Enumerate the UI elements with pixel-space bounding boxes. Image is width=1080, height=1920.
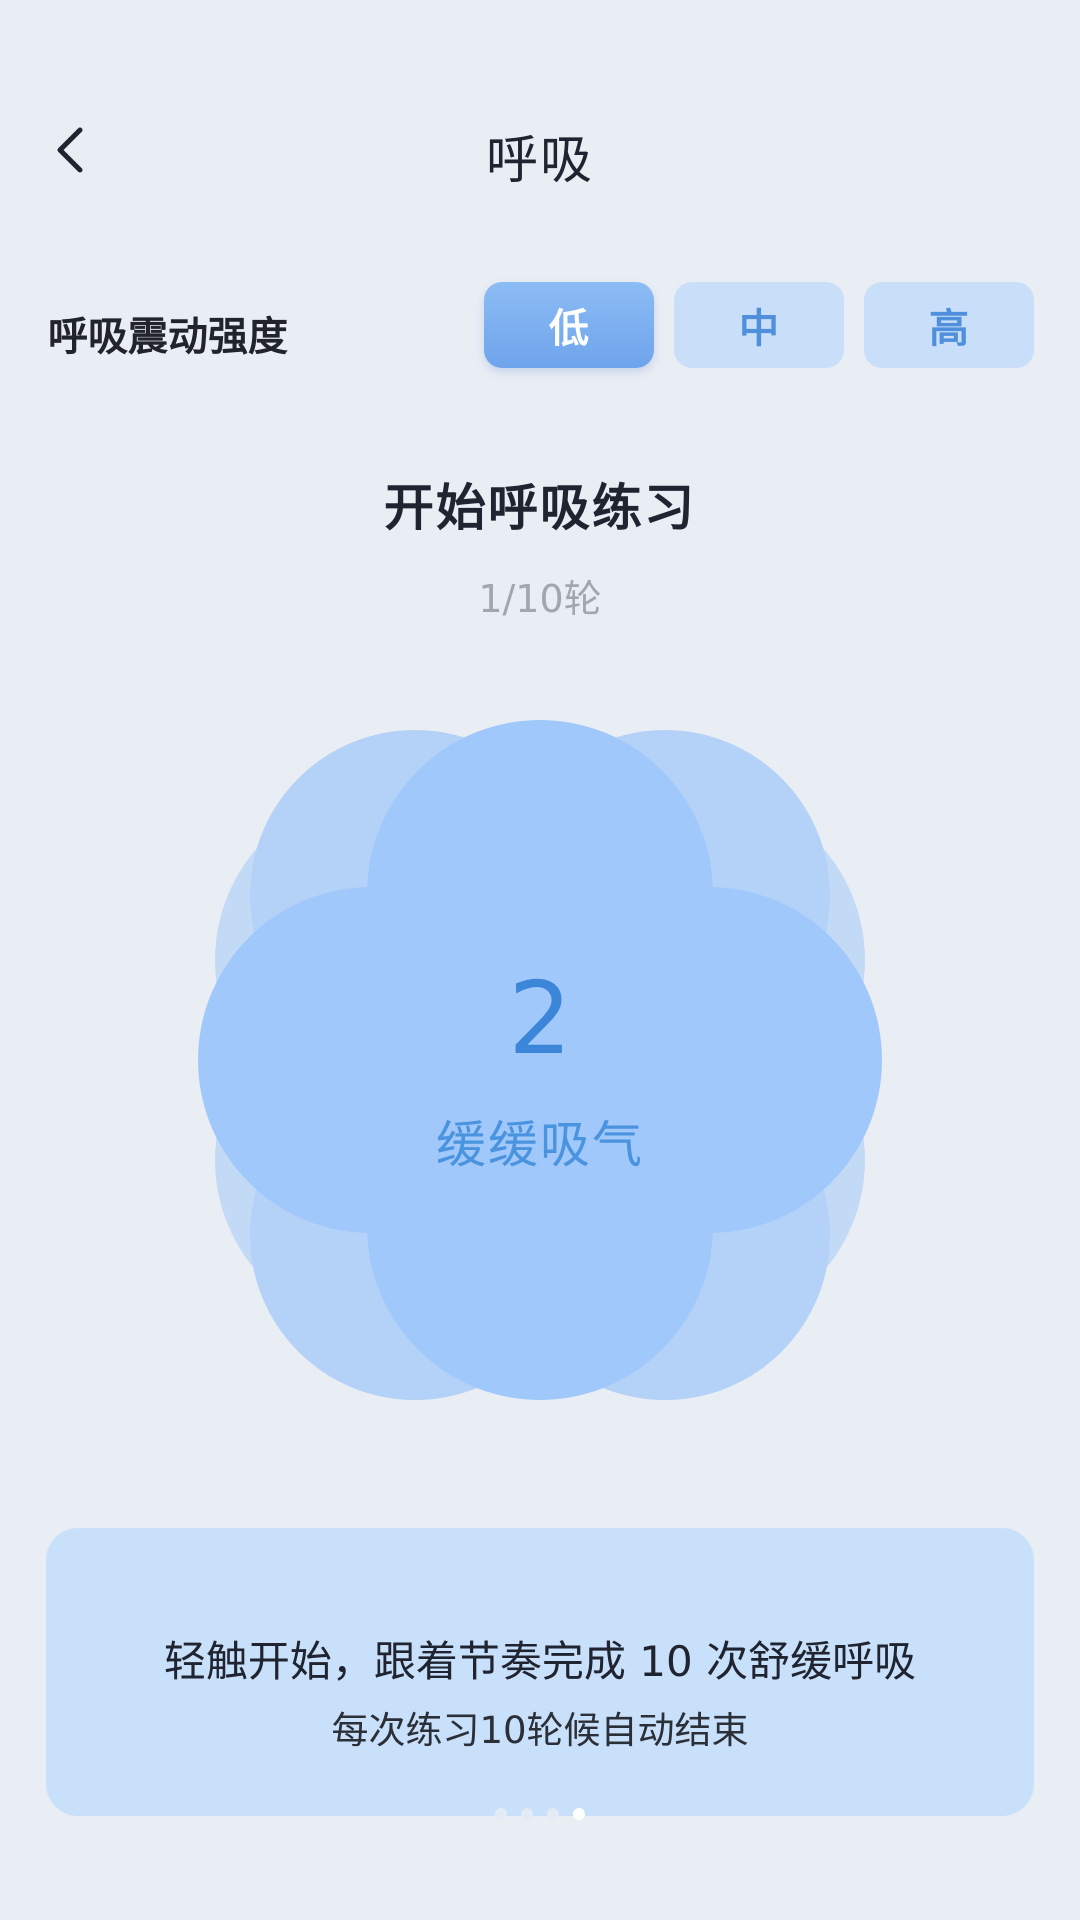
- vibration-intensity-label: 呼吸震动强度: [48, 314, 288, 360]
- page-dot-active: [573, 1808, 585, 1820]
- intensity-medium-button[interactable]: 中: [674, 282, 844, 368]
- page-dot: [547, 1808, 559, 1820]
- start-hint-text: 轻触开始，跟着节奏完成 10 次舒缓呼吸: [163, 1637, 917, 1686]
- page-indicator: [0, 1808, 1080, 1820]
- start-hint-card[interactable]: 轻触开始，跟着节奏完成 10 次舒缓呼吸 每次练习10轮候自动结束: [46, 1528, 1034, 1816]
- auto-end-hint-text: 每次练习10轮候自动结束: [331, 1709, 749, 1752]
- page-title: 呼吸: [485, 131, 594, 191]
- breath-countdown-number: 2: [508, 960, 572, 1077]
- intensity-low-button[interactable]: 低: [484, 282, 654, 368]
- page-dot: [495, 1808, 507, 1820]
- practice-title: 开始呼吸练习: [384, 479, 696, 537]
- header: 呼吸: [0, 0, 1080, 300]
- breath-instruction: 缓缓吸气: [436, 1116, 644, 1174]
- round-counter: 1/10轮: [478, 577, 602, 621]
- page-dot: [521, 1808, 533, 1820]
- vibration-intensity-row: 呼吸震动强度 低 中 高: [48, 282, 1034, 368]
- intensity-high-button[interactable]: 高: [864, 282, 1034, 368]
